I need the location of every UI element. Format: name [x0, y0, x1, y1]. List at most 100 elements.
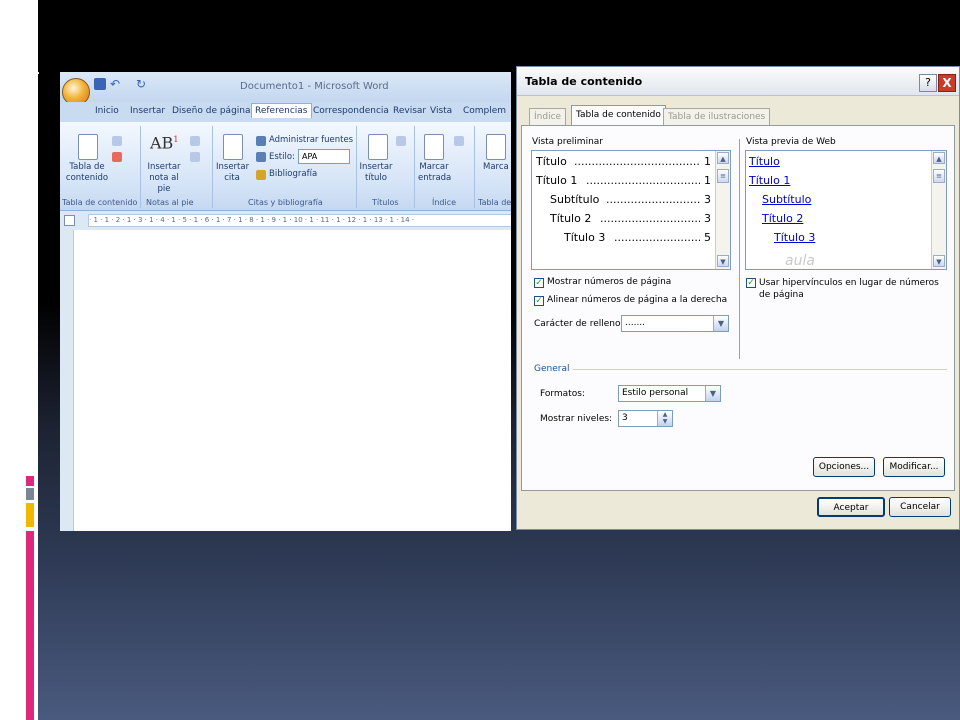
toc-entry-page: 3 — [704, 212, 711, 225]
right-align-checkbox[interactable]: ✓ — [534, 296, 544, 306]
index-tool-icon[interactable] — [454, 136, 464, 146]
dialog-title: Tabla de contenido — [525, 75, 643, 88]
print-preview-scrollbar[interactable]: ▲ ≡ ▼ — [715, 151, 730, 269]
tab-inicio[interactable]: Inicio — [95, 106, 119, 116]
help-button[interactable]: ? — [919, 74, 937, 92]
group-label: Títulos — [372, 198, 399, 207]
toc-entry: Subtítulo...............................… — [550, 193, 711, 206]
table-of-contents-icon — [78, 134, 98, 160]
next-footnote-icon[interactable] — [190, 152, 200, 162]
tab-selector-icon[interactable] — [64, 215, 75, 226]
web-preview-scrollbar[interactable]: ▲ ≡ ▼ — [931, 151, 946, 269]
add-text-icon[interactable] — [112, 136, 122, 146]
group-label: Tabla de contenido — [62, 198, 138, 207]
preview-divider — [739, 139, 740, 359]
tab-tabla-contenido[interactable]: Tabla de contenido — [571, 105, 666, 126]
insert-citation-button[interactable]: Insertar cita — [216, 162, 249, 184]
toc-entry-page: 1 — [704, 155, 711, 168]
web-link-titulo[interactable]: Título — [749, 155, 780, 168]
group-separator — [356, 126, 357, 208]
toc-entry-text: Título — [536, 155, 567, 168]
formats-label: Formatos: — [540, 389, 585, 399]
levels-label: Mostrar niveles: — [540, 414, 613, 424]
web-link-subtitulo[interactable]: Subtítulo — [762, 193, 811, 206]
decor-bar — [30, 58, 33, 113]
levels-spinner[interactable]: 3 ▲ ▼ — [618, 410, 673, 427]
close-button[interactable]: X — [938, 74, 956, 92]
citation-style-select[interactable]: APA — [298, 149, 350, 164]
web-link-titulo-3[interactable]: Título 3 — [774, 231, 815, 244]
toc-entry: Título 1................................… — [536, 174, 711, 187]
tab-insertar[interactable]: Insertar — [130, 106, 165, 116]
web-link-titulo-1[interactable]: Título 1 — [749, 174, 790, 187]
scroll-down-icon[interactable]: ▼ — [933, 255, 945, 267]
spinner-arrows-icon[interactable]: ▲ ▼ — [657, 411, 672, 426]
tab-tabla-ilustraciones[interactable]: Tabla de ilustraciones — [663, 108, 771, 126]
web-link-titulo-2[interactable]: Título 2 — [762, 212, 803, 225]
vertical-ruler[interactable] — [60, 230, 74, 531]
formats-value: Estilo personal — [622, 388, 689, 398]
accent-bar-pink — [26, 476, 34, 486]
table-of-contents-button[interactable]: Tabla de contenido — [62, 162, 112, 184]
toc-entry-dots: ........................................… — [574, 155, 700, 168]
bibliography-icon — [256, 170, 266, 180]
fill-char-select[interactable]: ....... ▼ — [621, 315, 729, 332]
scroll-down-icon[interactable]: ▼ — [717, 255, 729, 267]
watermark-logo: aula — [785, 253, 815, 269]
scroll-up-icon[interactable]: ▲ — [717, 152, 729, 164]
scroll-thumb[interactable]: ≡ — [933, 169, 945, 183]
group-separator — [474, 126, 475, 208]
insert-caption-icon — [368, 134, 388, 160]
word-ribbon: Tabla de contenido AB1 Insertar nota al … — [60, 122, 511, 211]
tab-referencias[interactable]: Referencias — [251, 103, 312, 118]
save-icon[interactable] — [94, 78, 106, 90]
document-canvas[interactable] — [60, 230, 511, 531]
tab-complementos[interactable]: Complem — [463, 106, 506, 116]
bibliography-button[interactable]: Bibliografía — [269, 169, 317, 180]
toc-entry-page: 1 — [704, 174, 711, 187]
toc-dialog: Tabla de contenido ? X Índice Tabla de c… — [516, 66, 960, 530]
group-separator — [212, 126, 213, 208]
scroll-thumb[interactable]: ≡ — [717, 169, 729, 183]
group-label: Tabla de — [478, 198, 511, 207]
tab-indice[interactable]: Índice — [529, 108, 567, 126]
ruler-row: · 1 · 1 · 2 · 1 · 3 · 1 · 4 · 1 · 5 · 1 … — [60, 211, 511, 230]
undo-icon[interactable]: ↶ — [110, 78, 122, 90]
insert-footnote-button[interactable]: Insertar nota al pie — [142, 162, 186, 195]
word-ribbon-tabs: Inicio Insertar Diseño de página Referen… — [60, 102, 511, 122]
mark-entry-button[interactable]: Marcar entrada — [418, 162, 451, 184]
endnote-icon[interactable] — [190, 136, 200, 146]
options-button[interactable]: Opciones... — [813, 457, 875, 477]
ok-button[interactable]: Aceptar — [817, 497, 885, 517]
modify-button[interactable]: Modificar... — [883, 457, 945, 477]
tab-correspondencia[interactable]: Correspondencia — [313, 106, 389, 116]
group-label: Índice — [432, 198, 457, 207]
manage-sources-button[interactable]: Administrar fuentes — [269, 135, 353, 146]
tab-revisar[interactable]: Revisar — [393, 106, 426, 116]
toc-entry: Título 3................................… — [564, 231, 711, 244]
horizontal-ruler[interactable]: · 1 · 1 · 2 · 1 · 3 · 1 · 4 · 1 · 5 · 1 … — [88, 214, 511, 227]
decor-line — [19, 72, 39, 74]
toc-entry-text: Título 3 — [564, 231, 606, 244]
web-preview-label: Vista previa de Web — [746, 137, 836, 147]
caption-tool-icon[interactable] — [396, 136, 406, 146]
scroll-up-icon[interactable]: ▲ — [933, 152, 945, 164]
group-label: Citas y bibliografía — [248, 198, 323, 207]
use-hyperlinks-checkbox[interactable]: ✓ — [746, 278, 756, 288]
toc-entry-text: Subtítulo — [550, 193, 600, 206]
toc-entry-page: 5 — [704, 231, 711, 244]
tab-vista[interactable]: Vista — [430, 106, 452, 116]
right-align-label: Alinear números de página a la derecha — [547, 295, 728, 305]
chevron-down-icon: ▼ — [705, 386, 720, 401]
style-icon — [256, 152, 266, 162]
formats-select[interactable]: Estilo personal ▼ — [618, 385, 721, 402]
insert-caption-button[interactable]: Insertar título — [358, 162, 394, 184]
redo-icon[interactable]: ↻ — [136, 78, 148, 90]
cancel-button[interactable]: Cancelar — [889, 497, 951, 517]
update-table-icon[interactable] — [112, 152, 122, 162]
mark-citation-button[interactable]: Marca — [483, 162, 509, 173]
mark-citation-icon — [486, 134, 506, 160]
decor-bar — [19, 58, 22, 113]
tab-diseno-pagina[interactable]: Diseño de página — [172, 106, 251, 116]
show-page-numbers-checkbox[interactable]: ✓ — [534, 278, 544, 288]
